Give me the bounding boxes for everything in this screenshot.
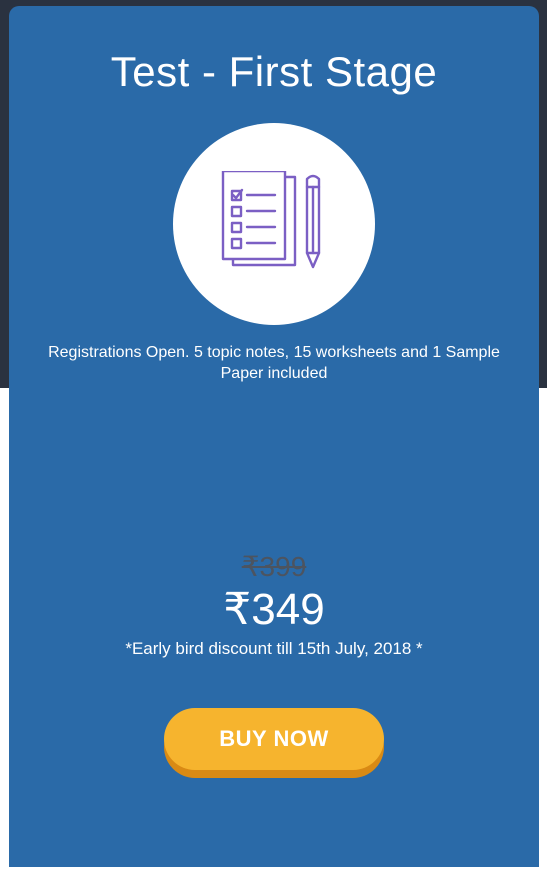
card-description: Registrations Open. 5 topic notes, 15 wo… xyxy=(48,344,500,382)
test-paper-with-pencil-icon xyxy=(221,171,321,269)
pricing-card: Test - First Stage Registrations Open. 5… xyxy=(9,6,539,867)
buy-now-button[interactable]: BUY NOW xyxy=(164,708,384,770)
icon-circle xyxy=(173,123,375,325)
card-title: Test - First Stage xyxy=(110,48,438,95)
discount-note: *Early bird discount till 15th July, 201… xyxy=(125,639,423,658)
current-price: ₹349 xyxy=(223,585,325,634)
old-price: ₹399 xyxy=(241,551,307,582)
